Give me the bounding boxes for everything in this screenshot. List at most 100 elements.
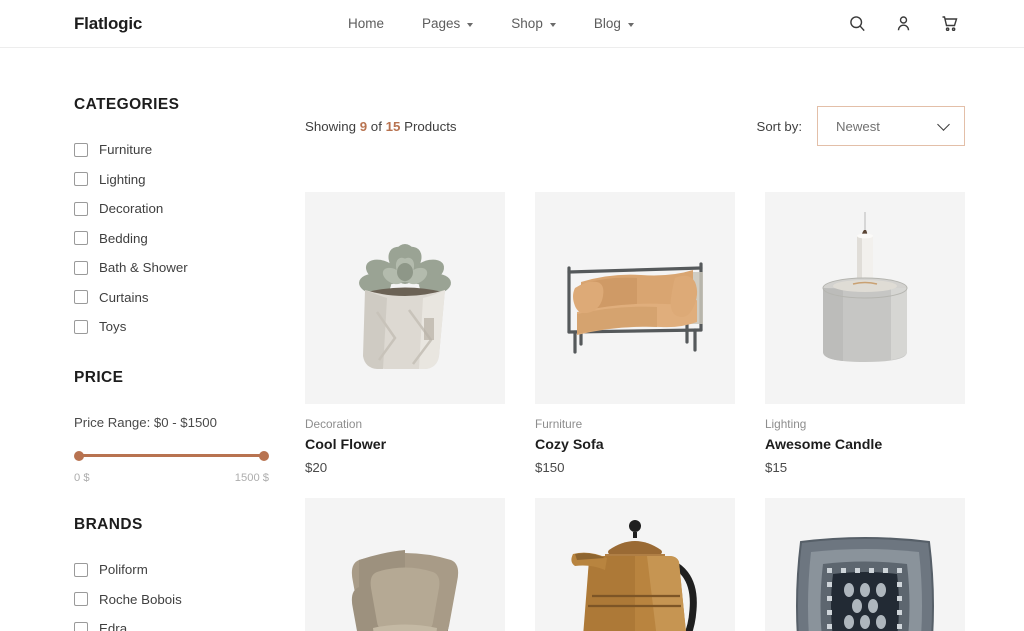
category-label: Curtains [99, 289, 149, 305]
category-toys[interactable]: Toys [74, 319, 305, 334]
brands-filter-block: BRANDS Poliform Roche Bobois Edra Kartel… [74, 516, 305, 631]
product-card[interactable] [305, 498, 505, 631]
checkbox-icon[interactable] [74, 319, 88, 334]
chevron-down-icon [549, 22, 556, 27]
listing-toolbar: Showing 9 of 15 Products Sort by: Newest [305, 106, 965, 146]
price-filter-block: PRICE Price Range: $0 - $1500 0 $ 1500 $ [74, 369, 305, 484]
checkbox-icon[interactable] [74, 172, 88, 186]
category-bedding[interactable]: Bedding [74, 231, 305, 246]
category-label: Bath & Shower [99, 260, 188, 275]
categories-filter-block: CATEGORIES Furniture Lighting Decoration… [74, 96, 305, 334]
header-actions [849, 15, 958, 32]
category-lighting[interactable]: Lighting [74, 172, 305, 187]
main-navigation: Home Pages Shop Blog [348, 16, 634, 31]
site-header: Flatlogic Home Pages Shop Blog [0, 0, 1024, 48]
beige-armchair-icon [305, 498, 505, 631]
product-card[interactable]: Furniture Cozy Sofa $150 [535, 192, 735, 475]
product-image[interactable] [535, 498, 735, 631]
sort-label: Sort by: [756, 118, 802, 134]
filters-sidebar: CATEGORIES Furniture Lighting Decoration… [0, 48, 305, 631]
chevron-down-icon [467, 22, 474, 27]
user-icon[interactable] [895, 15, 912, 32]
category-bath-shower[interactable]: Bath & Shower [74, 260, 305, 275]
checkbox-icon[interactable] [74, 592, 88, 606]
price-max-label: 1500 $ [234, 472, 269, 484]
category-label: Toys [99, 319, 127, 334]
showing-suffix: Products [400, 118, 457, 134]
concrete-candle-icon [765, 192, 965, 404]
slider-track [78, 454, 265, 457]
chevron-down-icon [627, 22, 634, 27]
brand-poliform[interactable]: Poliform [74, 562, 305, 577]
sort-control: Sort by: Newest [757, 106, 965, 146]
checkbox-icon[interactable] [74, 231, 88, 245]
product-image[interactable] [305, 498, 505, 631]
nav-item-shop[interactable]: Shop [511, 16, 556, 31]
cart-icon[interactable] [941, 15, 958, 32]
categories-title: CATEGORIES [74, 96, 180, 113]
category-curtains[interactable]: Curtains [74, 290, 305, 305]
showing-middle: of [367, 118, 386, 134]
tan-sofa-icon [535, 192, 735, 404]
patterned-cushion-icon [765, 498, 965, 631]
brand-roche-bobois[interactable]: Roche Bobois [74, 592, 305, 607]
category-label: Decoration [99, 201, 164, 216]
nav-label: Pages [422, 16, 461, 31]
sort-dropdown[interactable]: Newest [817, 106, 965, 146]
checkbox-icon[interactable] [74, 562, 88, 577]
nav-item-pages[interactable]: Pages [422, 16, 474, 31]
product-image[interactable] [305, 192, 505, 404]
product-card[interactable] [765, 498, 965, 631]
checkbox-icon[interactable] [74, 201, 88, 216]
nav-label: Home [348, 16, 385, 31]
chevron-down-icon [937, 117, 950, 131]
product-name: Awesome Candle [765, 437, 883, 453]
slider-bounds: 0 $ 1500 $ [74, 472, 269, 484]
product-image[interactable] [535, 192, 735, 404]
category-furniture[interactable]: Furniture [74, 142, 305, 157]
brand-label: Edra [99, 621, 128, 631]
category-decoration[interactable]: Decoration [74, 201, 305, 216]
checkbox-icon[interactable] [74, 290, 88, 304]
product-name: Cozy Sofa [535, 437, 604, 453]
product-image[interactable] [765, 498, 965, 631]
product-price: $150 [535, 460, 565, 475]
price-min-label: 0 $ [74, 472, 90, 484]
search-icon[interactable] [849, 15, 866, 32]
product-card[interactable]: Lighting Awesome Candle $15 [765, 192, 965, 475]
slider-handle-min[interactable] [74, 450, 84, 461]
site-logo[interactable]: Flatlogic [74, 14, 142, 34]
brand-edra[interactable]: Edra [74, 621, 305, 631]
product-card[interactable] [535, 498, 735, 631]
succulent-plant-icon [305, 192, 505, 404]
price-range-text: Price Range: $0 - $1500 [74, 415, 217, 430]
product-card[interactable]: Decoration Cool Flower $20 [305, 192, 505, 475]
product-category: Furniture [535, 417, 583, 431]
nav-label: Blog [593, 16, 621, 31]
product-grid: Decoration Cool Flower $20 Furniture Coz… [305, 192, 965, 631]
product-category: Lighting [765, 417, 807, 431]
category-label: Bedding [99, 230, 148, 246]
product-image[interactable] [765, 192, 965, 404]
nav-item-home[interactable]: Home [348, 16, 384, 31]
product-name: Cool Flower [305, 437, 387, 453]
price-title: PRICE [74, 369, 124, 386]
showing-count: 9 [359, 118, 368, 134]
price-range-slider[interactable] [74, 449, 269, 463]
slider-handle-max[interactable] [259, 450, 269, 461]
checkbox-icon[interactable] [74, 142, 88, 157]
nav-item-blog[interactable]: Blog [594, 16, 634, 31]
product-price: $15 [765, 460, 788, 475]
product-category: Decoration [305, 417, 363, 431]
product-price: $20 [305, 460, 328, 475]
category-label: Lighting [99, 171, 146, 187]
copper-pot-icon [535, 498, 735, 631]
showing-total: 15 [385, 118, 401, 134]
product-listing: Showing 9 of 15 Products Sort by: Newest [305, 48, 1024, 631]
checkbox-icon[interactable] [74, 260, 88, 275]
results-count: Showing 9 of 15 Products [305, 119, 457, 134]
checkbox-icon[interactable] [74, 621, 88, 631]
brands-list: Poliform Roche Bobois Edra Kartell [74, 562, 305, 631]
page-body: CATEGORIES Furniture Lighting Decoration… [0, 48, 1024, 631]
brand-label: Roche Bobois [99, 591, 182, 607]
